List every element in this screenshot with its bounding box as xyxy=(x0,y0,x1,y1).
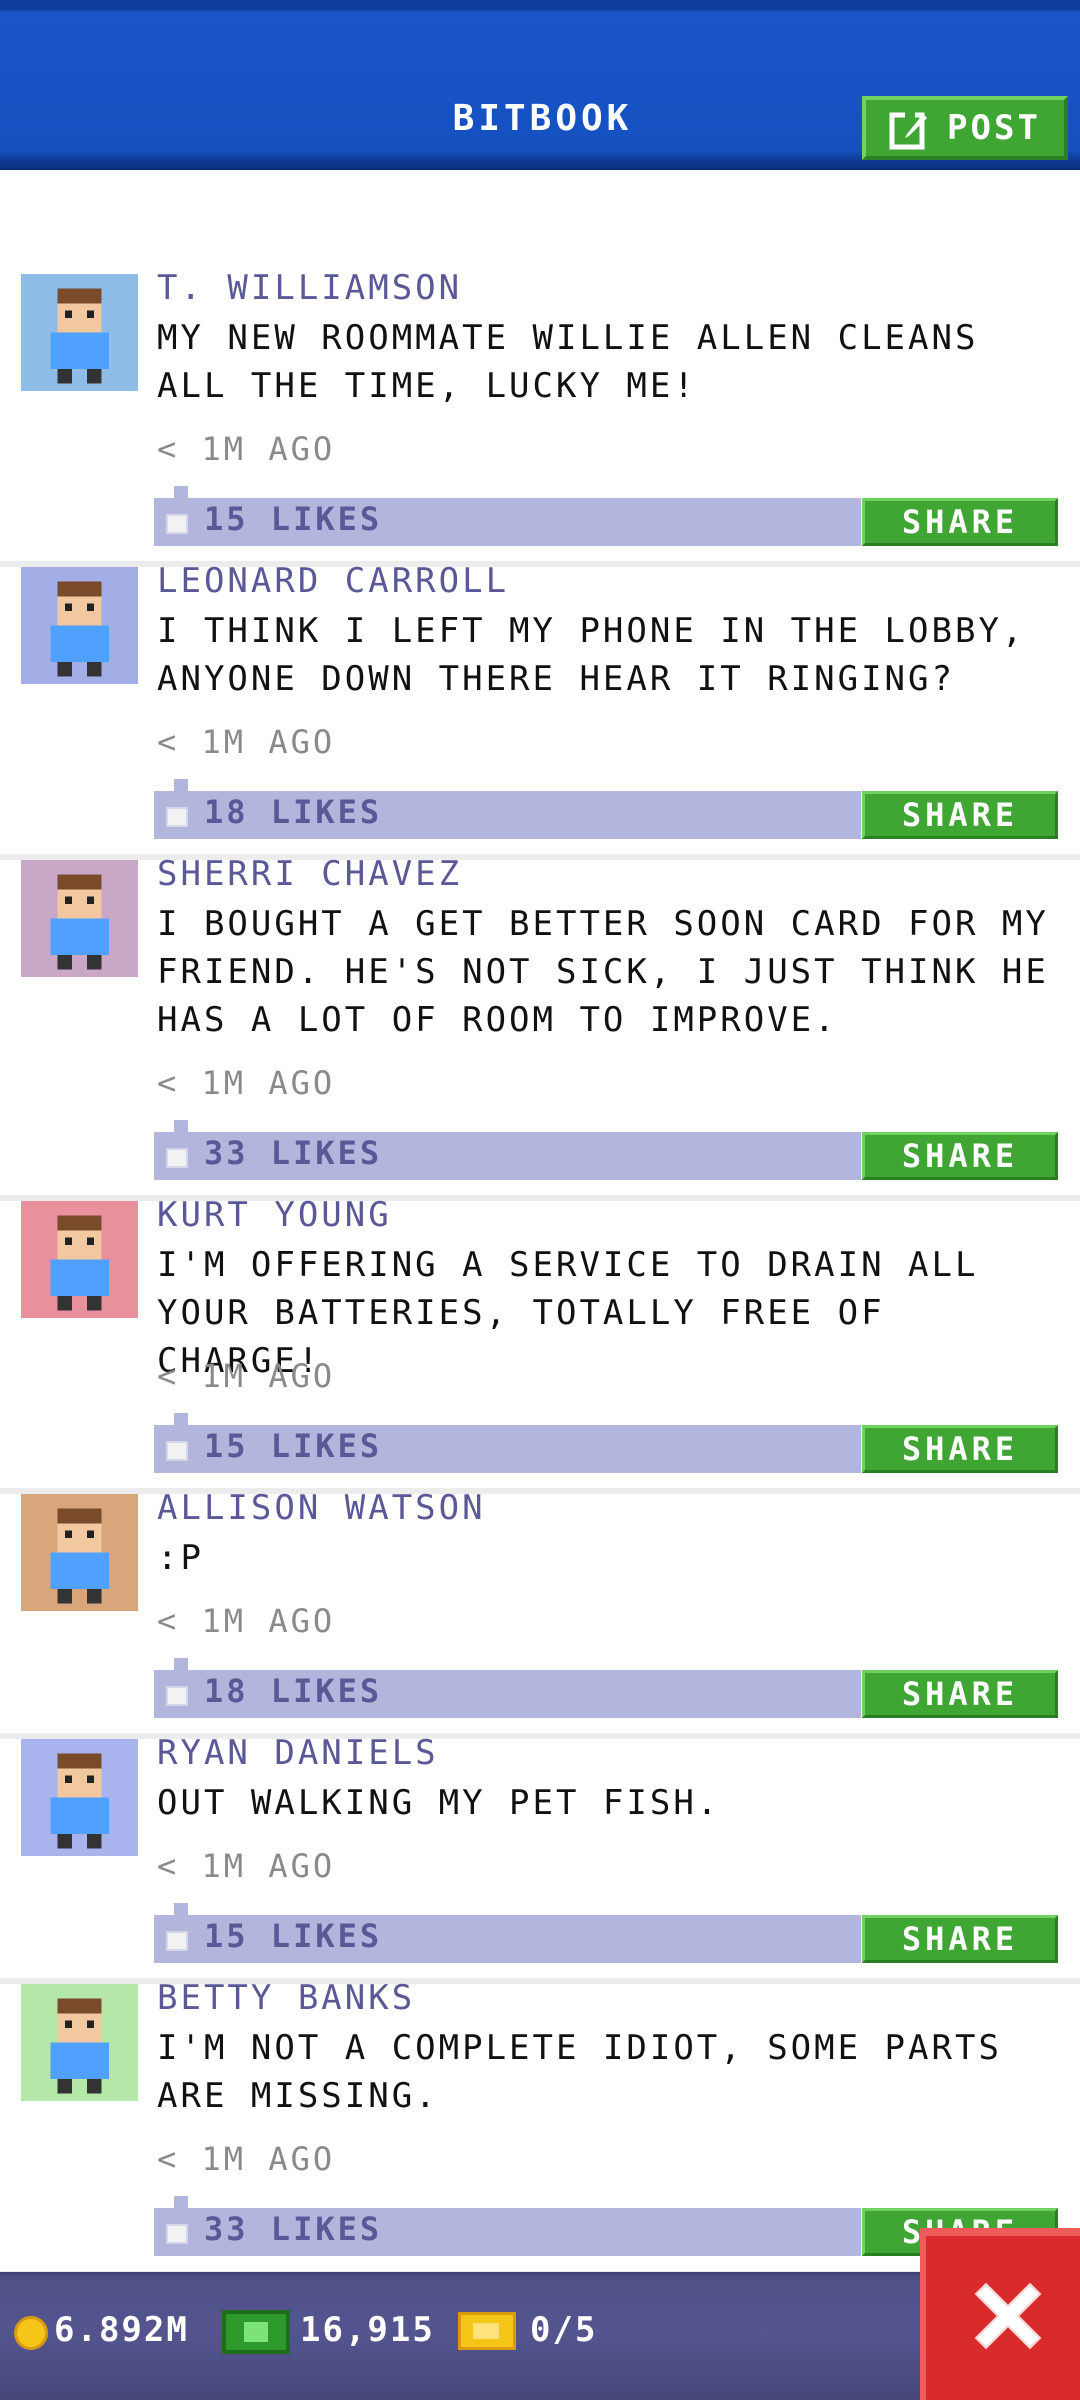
avatar-icon xyxy=(50,1508,109,1604)
avatar[interactable] xyxy=(21,567,138,684)
avatar[interactable] xyxy=(21,1739,138,1856)
post-author[interactable]: LEONARD CARROLL xyxy=(157,561,509,601)
likes-count: 18 LIKES xyxy=(204,793,383,831)
thumb-icon xyxy=(166,1441,188,1461)
cash-icon xyxy=(222,2310,290,2354)
like-bar-tab xyxy=(174,1120,188,1132)
avatar[interactable] xyxy=(21,1494,138,1611)
thumb-icon xyxy=(166,807,188,827)
avatar-icon xyxy=(50,874,109,970)
share-button[interactable]: SHARE xyxy=(862,1132,1058,1180)
post-button[interactable]: POST xyxy=(862,96,1068,160)
status-bar: 6.892M 16,915 0/5 xyxy=(0,2272,1080,2400)
share-button[interactable]: SHARE xyxy=(862,1425,1058,1473)
likes-count: 15 LIKES xyxy=(204,500,383,538)
avatar-icon xyxy=(50,288,109,384)
likes-count: 18 LIKES xyxy=(204,1672,383,1710)
post-author[interactable]: ALLISON WATSON xyxy=(157,1488,486,1528)
post-message: I THINK I LEFT MY PHONE IN THE LOBBY, AN… xyxy=(157,611,1026,699)
share-button[interactable]: SHARE xyxy=(862,1915,1058,1963)
post-author[interactable]: KURT YOUNG xyxy=(157,1195,392,1235)
post-time: < 1M AGO xyxy=(157,1847,336,1885)
close-icon xyxy=(974,2282,1042,2350)
post-time: < 1M AGO xyxy=(157,1064,336,1102)
like-bar-tab xyxy=(174,486,188,498)
avatar-icon xyxy=(50,1215,109,1311)
close-button[interactable] xyxy=(920,2228,1080,2400)
post-message: OUT WALKING MY PET FISH. xyxy=(157,1783,721,1823)
ticket-icon xyxy=(458,2312,516,2350)
thumb-icon xyxy=(166,514,188,534)
like-bar[interactable]: 33 LIKES xyxy=(154,2196,861,2256)
post-author[interactable]: T. WILLIAMSON xyxy=(157,268,462,308)
post-time: < 1M AGO xyxy=(157,1357,336,1395)
like-bar[interactable]: 15 LIKES xyxy=(154,1413,861,1473)
post-author[interactable]: SHERRI CHAVEZ xyxy=(157,854,462,894)
app-header: BITBOOK POST xyxy=(0,0,1080,170)
post-message: :P xyxy=(157,1538,204,1578)
like-bar-tab xyxy=(174,1658,188,1670)
likes-count: 33 LIKES xyxy=(204,2210,383,2248)
thumb-icon xyxy=(166,2224,188,2244)
post-message: I BOUGHT A GET BETTER SOON CARD FOR MY F… xyxy=(157,904,1049,1040)
like-bar-tab xyxy=(174,1413,188,1425)
like-bar[interactable]: 15 LIKES xyxy=(154,486,861,546)
share-button[interactable]: SHARE xyxy=(862,498,1058,546)
post-author[interactable]: BETTY BANKS xyxy=(157,1978,415,2018)
like-bar-tab xyxy=(174,2196,188,2208)
like-bar[interactable]: 18 LIKES xyxy=(154,779,861,839)
edit-icon xyxy=(889,110,928,150)
tickets-value: 0/5 xyxy=(530,2310,598,2350)
avatar[interactable] xyxy=(21,1201,138,1318)
avatar[interactable] xyxy=(21,274,138,391)
bux-value: 16,915 xyxy=(300,2310,435,2350)
like-bar[interactable]: 18 LIKES xyxy=(154,1658,861,1718)
post-author[interactable]: RYAN DANIELS xyxy=(157,1733,439,1773)
avatar-icon xyxy=(50,1753,109,1849)
likes-count: 15 LIKES xyxy=(204,1917,383,1955)
share-button[interactable]: SHARE xyxy=(862,1670,1058,1718)
avatar-icon xyxy=(50,581,109,677)
post-time: < 1M AGO xyxy=(157,430,336,468)
post-time: < 1M AGO xyxy=(157,1602,336,1640)
thumb-icon xyxy=(166,1686,188,1706)
post-button-label: POST xyxy=(947,108,1041,148)
like-bar[interactable]: 15 LIKES xyxy=(154,1903,861,1963)
like-bar-tab xyxy=(174,1903,188,1915)
coin-icon xyxy=(14,2316,48,2350)
avatar-icon xyxy=(50,1998,109,2094)
thumb-icon xyxy=(166,1931,188,1951)
avatar[interactable] xyxy=(21,860,138,977)
coins-value: 6.892M xyxy=(54,2310,189,2350)
share-button[interactable]: SHARE xyxy=(862,791,1058,839)
avatar[interactable] xyxy=(21,1984,138,2101)
post-time: < 1M AGO xyxy=(157,2140,336,2178)
like-bar-tab xyxy=(174,779,188,791)
likes-count: 33 LIKES xyxy=(204,1134,383,1172)
likes-count: 15 LIKES xyxy=(204,1427,383,1465)
post-message: I'M NOT A COMPLETE IDIOT, SOME PARTS ARE… xyxy=(157,2028,1002,2116)
thumb-icon xyxy=(166,1148,188,1168)
like-bar[interactable]: 33 LIKES xyxy=(154,1120,861,1180)
post-message: MY NEW ROOMMATE WILLIE ALLEN CLEANS ALL … xyxy=(157,318,979,406)
post-time: < 1M AGO xyxy=(157,723,336,761)
